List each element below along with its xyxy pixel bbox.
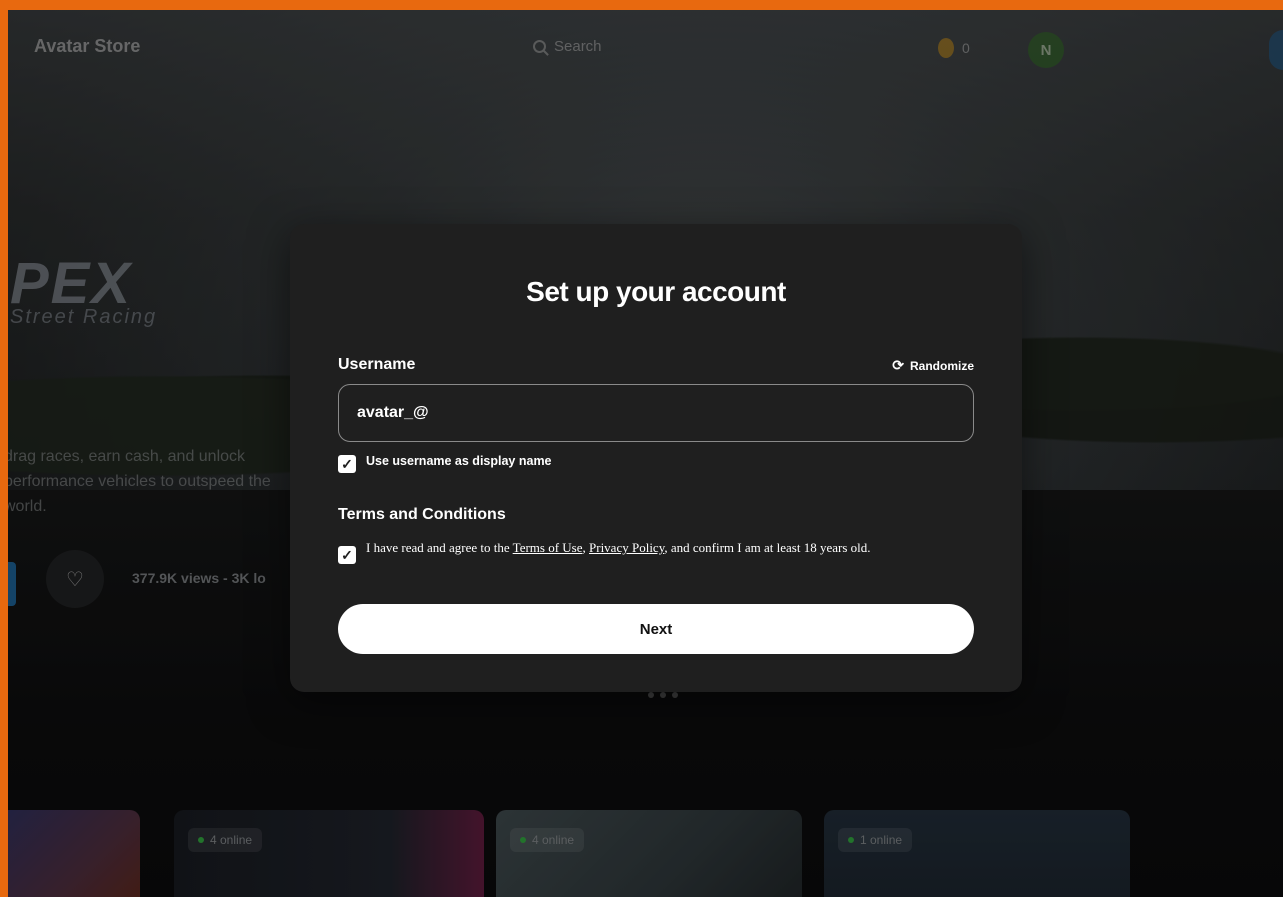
checkmark-icon: ✓ [341, 456, 353, 472]
username-label: Username [338, 356, 416, 373]
display-name-option[interactable]: ✓ Use username as display name [338, 454, 552, 473]
display-name-checkbox[interactable]: ✓ [338, 455, 356, 473]
terms-heading: Terms and Conditions [338, 506, 506, 523]
terms-prefix: I have read and agree to the [366, 540, 513, 555]
privacy-policy-link[interactable]: Privacy Policy [589, 540, 664, 555]
terms-checkbox[interactable]: ✓ [338, 546, 356, 564]
refresh-icon: ⟳ [892, 357, 904, 373]
randomize-label: Randomize [909, 358, 974, 373]
modal-title: Set up your account [526, 276, 786, 307]
terms-text: I have read and agree to the Terms of Us… [366, 540, 871, 555]
display-name-checkbox-label: Use username as display name [366, 454, 552, 468]
terms-suffix: , and confirm I am at least 18 years old… [664, 540, 871, 555]
terms-option[interactable]: ✓ I have read and agree to the Terms of … [338, 540, 958, 564]
username-input[interactable] [338, 384, 974, 442]
account-setup-modal: Set up your account Username ⟳ Randomize… [290, 224, 1022, 692]
terms-of-use-link[interactable]: Terms of Use [513, 540, 583, 555]
next-button[interactable]: Next [338, 604, 974, 654]
app-screen: Avatar Store Search 0 N PEX Street Racin… [8, 10, 1283, 897]
checkmark-icon: ✓ [341, 547, 353, 563]
randomize-button[interactable]: ⟳ Randomize [892, 357, 974, 374]
